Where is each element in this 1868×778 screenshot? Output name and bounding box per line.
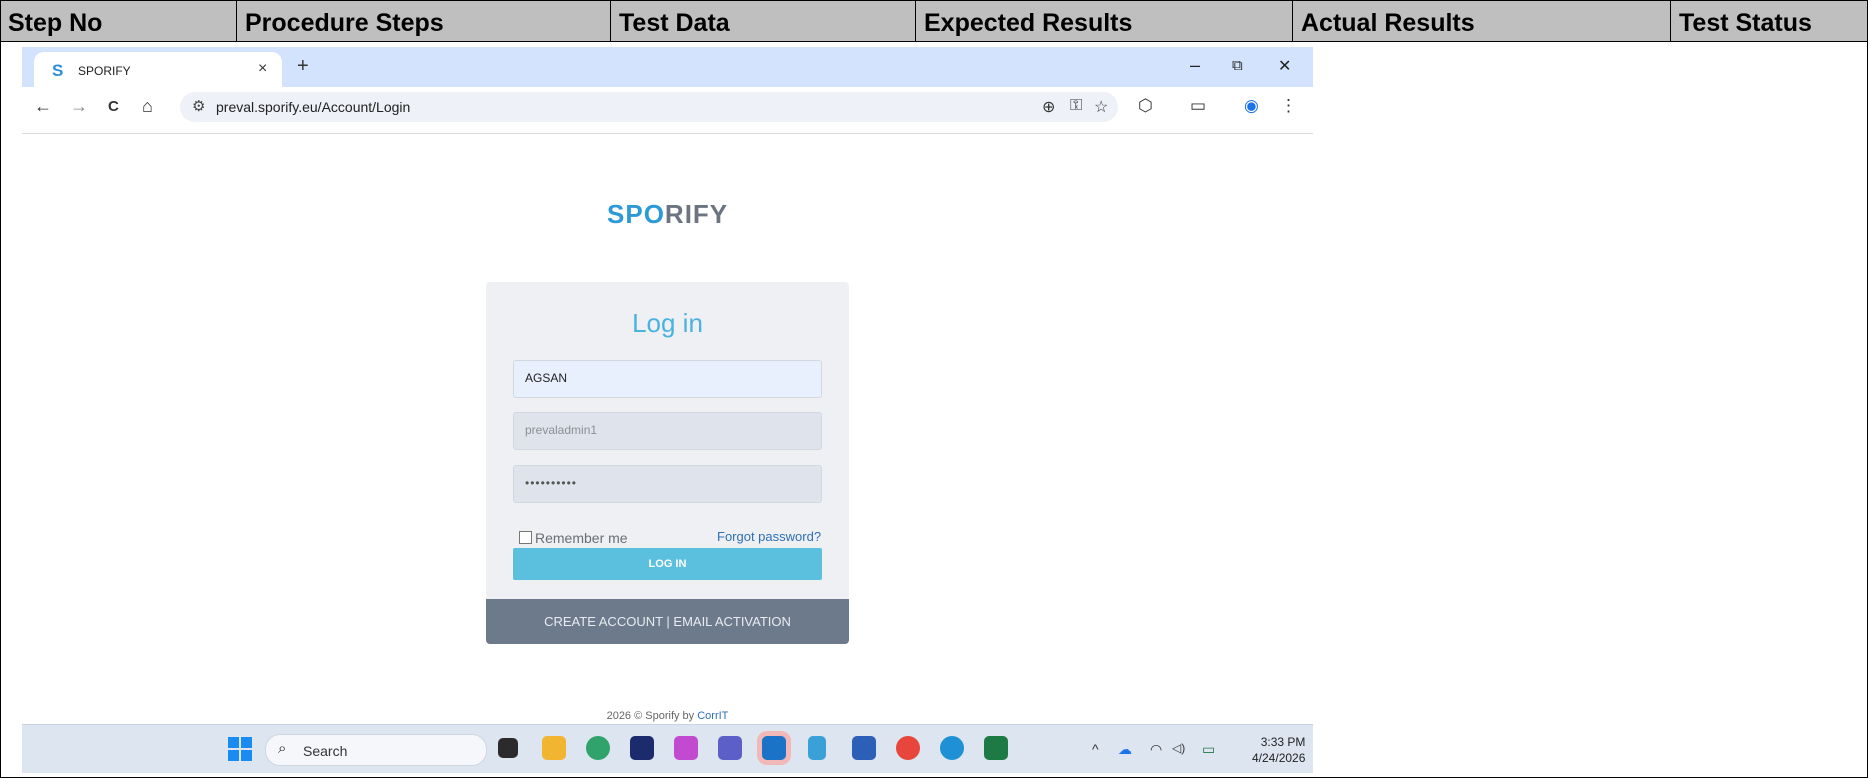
- edge-icon[interactable]: [940, 736, 964, 760]
- restore-icon[interactable]: ⧉: [1232, 57, 1243, 74]
- corrit-link[interactable]: CorrIT: [697, 710, 728, 722]
- header-expected-results: Expected Results: [916, 1, 1293, 42]
- task-view-icon[interactable]: [498, 738, 518, 758]
- password-key-icon[interactable]: ⚿: [1070, 97, 1082, 115]
- sporify-favicon-icon: S: [52, 61, 64, 80]
- search-label: Search: [303, 743, 348, 759]
- tenant-input[interactable]: AGSAN: [513, 360, 822, 398]
- header-test-status: Test Status: [1679, 9, 1812, 37]
- remember-me-checkbox[interactable]: [519, 531, 532, 544]
- home-icon[interactable]: ⌂: [142, 96, 153, 117]
- clock-date: 4/24/2026: [1252, 751, 1306, 765]
- omnibox[interactable]: ⚙ preval.sporify.eu/Account/Login ⊕ ⚿ ☆: [180, 92, 1118, 122]
- minimize-icon[interactable]: –: [1190, 55, 1200, 76]
- login-title: Log in: [632, 308, 703, 338]
- forward-icon[interactable]: →: [70, 96, 88, 117]
- address-bar-row: ← → C ⌂ ⚙ preval.sporify.eu/Account/Logi…: [22, 87, 1313, 127]
- forgot-password-link[interactable]: Forgot password?: [717, 529, 821, 544]
- username-input[interactable]: prevaladmin1: [513, 412, 822, 450]
- start-icon[interactable]: [228, 737, 252, 761]
- profile-icon[interactable]: ◉: [1244, 96, 1259, 116]
- taskbar-clock[interactable]: 3:33 PM 4/24/2026: [1252, 734, 1305, 766]
- password-input[interactable]: ••••••••••: [513, 465, 822, 503]
- header-actual-results: Actual Results: [1293, 1, 1671, 42]
- wifi-icon[interactable]: ◠: [1150, 741, 1162, 758]
- search-icon: ⌕: [278, 740, 287, 757]
- new-tab-icon[interactable]: +: [297, 55, 309, 78]
- zoom-icon[interactable]: ⊕: [1042, 97, 1055, 117]
- edge-beta-icon[interactable]: [586, 736, 610, 760]
- login-card: Log in AGSAN prevaladmin1 •••••••••• Rem…: [486, 282, 849, 644]
- battery-icon[interactable]: ▭: [1202, 741, 1215, 758]
- side-panel-icon[interactable]: ▭: [1190, 96, 1206, 116]
- header-test-data: Test Data: [611, 1, 916, 42]
- browser-menu-icon[interactable]: ⋮: [1280, 96, 1297, 116]
- browser-tab[interactable]: S SPORIFY ×: [34, 52, 282, 87]
- copilot-icon[interactable]: [674, 736, 698, 760]
- window-close-icon[interactable]: ✕: [1278, 56, 1291, 76]
- excel-icon[interactable]: [984, 736, 1008, 760]
- test-table-header: Step No Procedure Steps Test Data Expect…: [0, 0, 1868, 42]
- reload-icon[interactable]: C: [108, 98, 119, 115]
- remember-me-label: Remember me: [535, 530, 628, 546]
- word-icon[interactable]: [852, 736, 876, 760]
- outlook-icon[interactable]: [762, 736, 786, 760]
- volume-icon[interactable]: ◁): [1172, 741, 1185, 755]
- header-procedure-steps: Procedure Steps: [237, 1, 611, 42]
- url-text[interactable]: preval.sporify.eu/Account/Login: [216, 99, 410, 115]
- windows-taskbar: ⌕ Search ^ ☁ ◠ ◁) ▭ 3:33 PM 4/24/2026: [22, 724, 1313, 773]
- chrome-icon[interactable]: [896, 736, 920, 760]
- site-info-icon[interactable]: ⚙: [192, 97, 205, 115]
- tab-strip: S SPORIFY × + – ⧉ ✕: [22, 47, 1313, 87]
- browser-screenshot: S SPORIFY × + – ⧉ ✕ ← → C ⌂ ⚙ preval.spo…: [22, 47, 1313, 773]
- tray-overflow-icon[interactable]: ^: [1092, 741, 1099, 757]
- extensions-icon[interactable]: ⬡: [1138, 96, 1153, 116]
- login-button[interactable]: LOG IN: [513, 548, 822, 580]
- login-page: SPORIFY Log in AGSAN prevaladmin1 ••••••…: [22, 135, 1313, 722]
- toolbar-divider: [22, 133, 1313, 134]
- teams-icon[interactable]: [718, 736, 742, 760]
- header-step-no: Step No: [0, 1, 237, 42]
- onedrive-icon[interactable]: ☁: [1118, 741, 1132, 758]
- copyright: 2026 © Sporify by CorrIT: [606, 710, 729, 722]
- bookmark-star-icon[interactable]: ☆: [1094, 97, 1108, 117]
- notepad-icon[interactable]: [808, 736, 826, 760]
- remember-me[interactable]: Remember me: [519, 530, 628, 546]
- tab-title: SPORIFY: [78, 64, 131, 78]
- clock-time: 3:33 PM: [1260, 735, 1306, 749]
- sporify-logo: SPORIFY: [607, 199, 729, 229]
- jetbrains-icon[interactable]: [630, 736, 654, 760]
- back-icon[interactable]: ←: [34, 96, 52, 117]
- taskbar-search[interactable]: ⌕ Search: [265, 734, 487, 766]
- account-links[interactable]: CREATE ACCOUNT | EMAIL ACTIVATION: [486, 599, 849, 644]
- tab-close-icon[interactable]: ×: [258, 60, 267, 78]
- file-explorer-icon[interactable]: [542, 736, 566, 760]
